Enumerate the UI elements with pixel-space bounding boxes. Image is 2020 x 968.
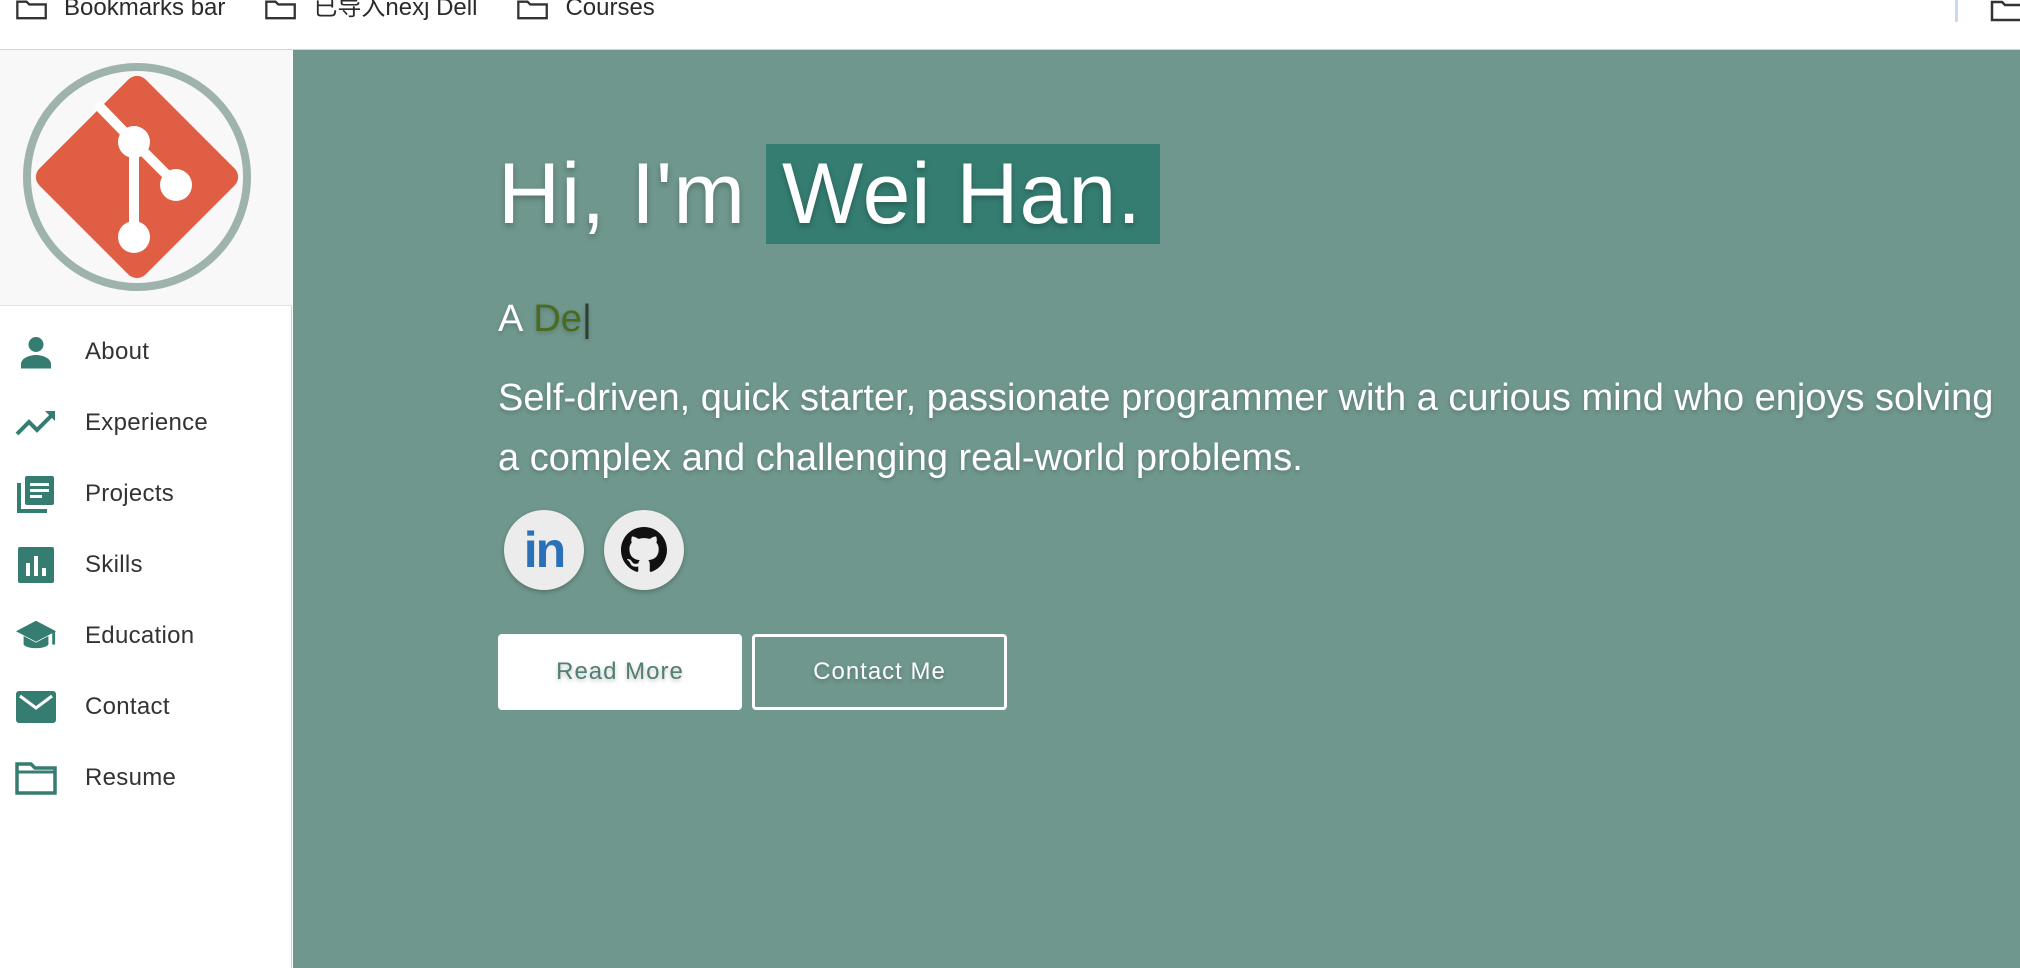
github-button[interactable] [604, 510, 684, 590]
typing-cursor: | [581, 298, 592, 340]
hero-role-line: A De| [498, 298, 592, 341]
mail-icon [15, 686, 57, 728]
sidebar-item-contact[interactable]: Contact [0, 671, 291, 742]
role-typed-text: De [533, 298, 582, 340]
hero-bio: Self-driven, quick starter, passionate p… [498, 368, 2020, 488]
sidebar-item-resume[interactable]: Resume [0, 742, 291, 813]
role-prefix: A [498, 298, 524, 340]
hero-name: Wei Han. [765, 144, 1161, 244]
bookmark-courses[interactable]: Courses [515, 0, 655, 24]
linkedin-icon: in [523, 522, 566, 578]
person-icon [15, 331, 57, 373]
git-logo[interactable] [22, 62, 252, 292]
other-bookmarks-folder-icon[interactable] [1990, 0, 2020, 22]
library-books-icon [15, 473, 57, 515]
sidebar-item-label: Skills [85, 550, 143, 578]
folder-icon [15, 757, 57, 799]
bar-chart-icon [15, 544, 57, 586]
bookmarks-divider [1955, 0, 1958, 22]
sidebar-item-projects[interactable]: Projects [0, 458, 291, 529]
sidebar-item-experience[interactable]: Experience [0, 387, 291, 458]
sidebar-nav: About Experience Projects Skills Educati… [0, 306, 291, 813]
folder-icon [16, 0, 47, 20]
sidebar-item-about[interactable]: About [0, 316, 291, 387]
sidebar-item-label: Resume [85, 763, 177, 791]
bookmark-label: Courses [565, 0, 655, 21]
bio-line-2: a complex and challenging real-world pro… [498, 437, 1303, 479]
sidebar-item-education[interactable]: Education [0, 600, 291, 671]
bio-line-1: Self-driven, quick starter, passionate p… [498, 377, 1994, 419]
sidebar-item-label: About [85, 337, 150, 365]
trending-up-icon [15, 402, 57, 444]
hero-greeting: Hi, I'm Wei Han. [498, 144, 1161, 244]
bookmark-imported-dell[interactable]: 已导入nexj Dell [263, 0, 477, 24]
bookmark-label: 已导入nexj Dell [313, 0, 478, 21]
bookmarks-bar: Bookmarks bar 已导入nexj Dell Courses [0, 0, 2020, 50]
sidebar: About Experience Projects Skills Educati… [0, 50, 292, 968]
github-icon [621, 527, 667, 572]
social-links: in [504, 510, 704, 590]
folder-icon [265, 0, 297, 20]
bookmark-bookmarks-bar[interactable]: Bookmarks bar [14, 0, 225, 24]
sidebar-item-label: Projects [85, 479, 175, 507]
contact-me-button[interactable]: Contact Me [752, 634, 1007, 710]
folder-icon [517, 0, 549, 20]
sidebar-item-label: Contact [85, 692, 170, 720]
graduation-cap-icon [15, 615, 57, 657]
logo-area [0, 50, 292, 306]
hero-section: Hi, I'm Wei Han. A De| Self-driven, quick… [293, 50, 2020, 968]
linkedin-button[interactable]: in [504, 510, 584, 590]
read-more-button[interactable]: Read More [498, 634, 742, 710]
sidebar-item-label: Experience [85, 408, 209, 436]
sidebar-item-label: Education [85, 621, 195, 649]
greeting-prefix: Hi, I'm [498, 145, 746, 242]
bookmark-label: Bookmarks bar [64, 0, 226, 21]
sidebar-item-skills[interactable]: Skills [0, 529, 291, 600]
